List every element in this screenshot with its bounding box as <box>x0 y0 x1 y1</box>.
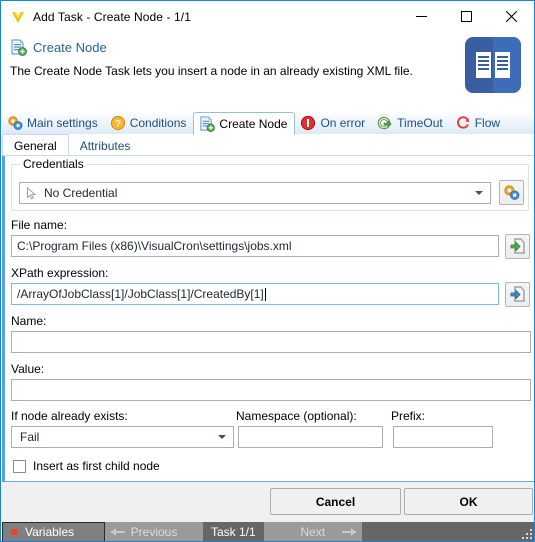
cancel-button[interactable]: Cancel <box>270 488 401 515</box>
book-icon <box>465 37 521 93</box>
file-browse-button[interactable] <box>505 234 530 259</box>
tab-label: TimeOut <box>397 116 443 130</box>
dialog-footer: Cancel OK <box>2 481 534 523</box>
insert-first-child-checkbox[interactable]: Insert as first child node <box>13 459 160 473</box>
cancel-button-label: Cancel <box>315 494 356 509</box>
add-task-dialog: Add Task - Create Node - 1/1 Create Node… <box>0 0 535 542</box>
file-browse-icon <box>510 238 526 260</box>
task-counter-label: Task 1/1 <box>211 525 256 539</box>
tab-on-error[interactable]: On error <box>295 112 372 134</box>
tab-create-node[interactable]: Create Node <box>193 112 296 135</box>
arrow-right-icon <box>341 528 356 536</box>
title-bar[interactable]: Add Task - Create Node - 1/1 <box>1 1 534 32</box>
arrow-left-icon <box>111 528 125 536</box>
close-button[interactable] <box>489 1 534 32</box>
subtab-attributes[interactable]: Attributes <box>69 135 142 156</box>
value-label: Value: <box>11 362 45 376</box>
tab-main-settings[interactable]: Main settings <box>2 112 105 134</box>
flow-loop-icon <box>455 115 471 131</box>
chevron-down-icon <box>218 435 226 439</box>
file-name-value: C:\Program Files (x86)\VisualCron\settin… <box>17 239 292 253</box>
prefix-input[interactable] <box>393 426 493 448</box>
previous-label: Previous <box>130 525 178 539</box>
next-label: Next <box>300 525 326 539</box>
window-title: Add Task - Create Node - 1/1 <box>33 9 191 24</box>
credentials-group-label: Credentials <box>20 157 87 171</box>
gears-icon <box>503 184 520 206</box>
xpath-value: /ArrayOfJobClass[1]/JobClass[1]/CreatedB… <box>17 287 264 301</box>
checkbox-box-icon <box>13 459 26 473</box>
tab-label: Flow <box>474 116 501 130</box>
task-header: Create Node The Create Node Task lets yo… <box>2 32 533 111</box>
tab-flow[interactable]: Flow <box>450 112 507 134</box>
tab-label: On error <box>320 116 366 130</box>
create-node-panel: Credentials No Credential File name: C:\… <box>2 156 534 481</box>
question-mark-icon: ? <box>110 115 126 131</box>
create-node-icon <box>10 39 27 56</box>
file-name-label: File name: <box>11 218 68 232</box>
subtab-label: Attributes <box>79 138 131 153</box>
variables-label: Variables <box>25 525 75 539</box>
subtab-label: General <box>14 138 57 153</box>
xpath-input[interactable]: /ArrayOfJobClass[1]/JobClass[1]/CreatedB… <box>11 283 499 305</box>
tab-label: Main settings <box>27 116 98 130</box>
error-circle-icon <box>300 115 316 131</box>
chevron-down-icon <box>475 191 483 195</box>
if-node-exists-label: If node already exists: <box>11 409 128 423</box>
page-title: Create Node <box>33 40 107 55</box>
ok-button[interactable]: OK <box>404 488 533 515</box>
namespace-label: Namespace (optional): <box>236 409 357 423</box>
text-caret <box>264 287 266 301</box>
cursor-arrow-icon <box>26 186 38 200</box>
next-button[interactable]: Next <box>263 522 362 541</box>
main-tabstrip: Main settings ? Conditions Create Node O… <box>2 111 534 135</box>
name-label: Name: <box>11 314 47 328</box>
maximize-button[interactable] <box>444 1 489 32</box>
tab-timeout[interactable]: TimeOut <box>372 112 450 134</box>
file-name-input[interactable]: C:\Program Files (x86)\VisualCron\settin… <box>11 235 499 257</box>
credential-value: No Credential <box>44 186 118 200</box>
xpath-label: XPath expression: <box>11 266 109 280</box>
resize-grip[interactable] <box>520 527 534 541</box>
prefix-label: Prefix: <box>391 409 426 423</box>
status-bar: Variables Previous Task 1/1 Next <box>2 522 534 541</box>
sub-tabstrip: General Attributes <box>2 134 534 156</box>
window-controls <box>399 1 534 32</box>
previous-button[interactable]: Previous <box>105 522 203 541</box>
insert-first-child-label: Insert as first child node <box>33 459 160 473</box>
credential-settings-button[interactable] <box>499 180 524 205</box>
tab-label: Conditions <box>129 116 187 130</box>
xpath-browse-button[interactable] <box>505 282 530 307</box>
ok-button-label: OK <box>459 494 478 509</box>
svg-text:?: ? <box>115 119 121 130</box>
gears-icon <box>7 115 23 131</box>
namespace-input[interactable] <box>238 426 383 448</box>
task-description: The Create Node Task lets you insert a n… <box>10 64 413 78</box>
visualcron-v-logo-icon <box>10 9 26 25</box>
task-header-title-row: Create Node <box>10 39 107 56</box>
create-node-icon <box>199 115 216 132</box>
credential-select[interactable]: No Credential <box>19 182 491 204</box>
variables-button[interactable]: Variables <box>2 522 105 541</box>
if-node-exists-value: Fail <box>20 430 40 444</box>
task-counter: Task 1/1 <box>203 522 264 541</box>
timeout-arrow-icon <box>377 115 393 131</box>
subtab-general[interactable]: General <box>2 134 69 156</box>
tab-conditions[interactable]: ? Conditions <box>105 112 194 134</box>
variables-dot-icon <box>11 529 17 535</box>
name-input[interactable] <box>11 331 531 353</box>
value-input[interactable] <box>11 379 531 401</box>
xml-browse-icon <box>510 286 526 308</box>
if-node-exists-select[interactable]: Fail <box>11 426 234 448</box>
minimize-button[interactable] <box>399 1 444 32</box>
tab-label: Create Node <box>219 116 288 131</box>
